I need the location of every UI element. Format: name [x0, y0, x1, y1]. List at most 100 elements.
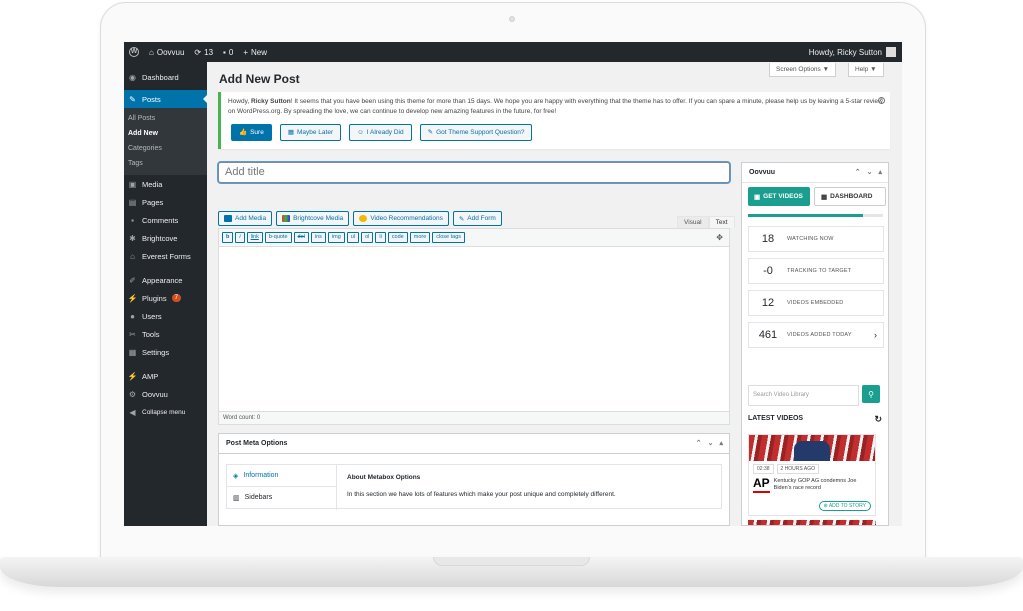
support-question-button[interactable]: ✎ Got Theme Support Question?	[419, 124, 533, 141]
sidebar-item-dashboard[interactable]: ◉ Dashboard	[124, 68, 207, 86]
qt-ins-button[interactable]: ins	[310, 232, 326, 243]
stat-label: WATCHING NOW	[787, 236, 834, 242]
sidebar-item-settings[interactable]: ▦ Settings	[124, 343, 207, 361]
widget-title: Oovvuu	[749, 169, 776, 176]
move-up-icon[interactable]: ⌃	[855, 163, 861, 183]
new-label: New	[251, 47, 268, 57]
qt-more-button[interactable]: more	[409, 232, 431, 243]
metabox-tab-information[interactable]: ◈ Information	[227, 465, 336, 487]
progress-fill	[748, 214, 863, 217]
qt-li-button[interactable]: li	[375, 232, 386, 243]
smiley-icon: ☺	[357, 128, 364, 136]
main-content: Screen Options ▼ Help ▼ Add New Post How…	[207, 62, 902, 526]
dashboard-button[interactable]: ▦ DASHBOARD	[814, 187, 886, 206]
qt-bold-button[interactable]: b	[222, 232, 234, 243]
qt-link-button[interactable]: link	[246, 232, 263, 243]
new-content-link[interactable]: + New	[238, 42, 272, 62]
comments-link[interactable]: ▪ 0	[218, 42, 238, 62]
video-card[interactable]: 02:38 2 HOURS AGO AP Kentucky GOP AG con…	[748, 434, 876, 516]
sidebar-item-comments[interactable]: ▪ Comments	[124, 211, 207, 229]
next-video-thumbnail[interactable]	[748, 520, 876, 525]
qt-del-button[interactable]: del	[293, 232, 309, 243]
wp-logo-menu[interactable]: W	[124, 42, 144, 62]
submenu-categories[interactable]: Categories	[124, 141, 207, 156]
screen-options-button[interactable]: Screen Options ▼	[769, 63, 837, 77]
video-recommendations-button[interactable]: Video Recommendations	[353, 211, 449, 226]
post-content-editor[interactable]: b i link b-quote del ins img ul ol li co…	[218, 228, 730, 425]
move-down-icon[interactable]: ⌄	[708, 434, 714, 454]
post-title-input[interactable]: Add title	[218, 162, 730, 183]
sidebar-item-appearance[interactable]: ✐ Appearance	[124, 271, 207, 289]
comments-count: 0	[228, 47, 234, 57]
stat-watching-now: 18 WATCHING NOW	[748, 226, 884, 252]
updates-link[interactable]: ⟳ 13	[189, 42, 218, 62]
video-age: 2 HOURS AGO	[776, 464, 819, 474]
get-videos-button[interactable]: ▣ GET VIDEOS	[748, 187, 810, 206]
move-up-icon[interactable]: ⌃	[696, 434, 702, 454]
move-down-icon[interactable]: ⌄	[867, 163, 873, 183]
video-meta: 02:38 2 HOURS AGO	[749, 461, 875, 474]
tab-visual[interactable]: Visual	[677, 216, 709, 228]
avatar	[886, 47, 896, 57]
sidebar-item-brightcove[interactable]: ✱ Brightcove	[124, 229, 207, 247]
pin-icon: ✎	[129, 94, 136, 104]
stat-label: VIDEOS EMBEDDED	[787, 300, 844, 306]
sidebar-item-amp[interactable]: ⚡ AMP	[124, 367, 207, 385]
widget-handles: ⌃ ⌄ ▴	[855, 163, 882, 183]
qt-close-tags-button[interactable]: close tags	[432, 232, 466, 243]
sidebar-item-pages[interactable]: ▤ Pages	[124, 193, 207, 211]
metabox-tab-label: Sidebars	[244, 494, 273, 501]
tab-text[interactable]: Text	[708, 216, 735, 228]
submenu-add-new[interactable]: Add New	[124, 126, 207, 141]
sidebar-item-oovvuu[interactable]: ⚙ Oovvuu	[124, 385, 207, 403]
sidebar-item-plugins[interactable]: ⚡ Plugins 7	[124, 289, 207, 307]
toggle-icon[interactable]: ▴	[878, 163, 882, 183]
add-to-story-button[interactable]: ⊕ ADD TO STORY	[818, 501, 871, 511]
video-search-button[interactable]: ⚲	[862, 385, 880, 403]
metabox-inner: ◈ Information ▥ Sidebars About Metabox Opt…	[226, 464, 722, 510]
notice-text-before: Howdy,	[228, 98, 251, 105]
metabox-tab-sidebars[interactable]: ▥ Sidebars	[227, 487, 336, 509]
qt-blockquote-button[interactable]: b-quote	[264, 232, 292, 243]
sidebar-item-posts[interactable]: ✎ Posts	[124, 90, 207, 108]
sure-button[interactable]: 👍 Sure	[231, 124, 272, 141]
sidebar-item-label: AMP	[142, 371, 159, 381]
refresh-icon[interactable]: ↻	[874, 414, 882, 425]
post-meta-options-box: Post Meta Options ⌃ ⌄ ▴ ◈ Information ▥ Si…	[218, 433, 730, 526]
qt-img-button[interactable]: img	[327, 232, 345, 243]
maybe-later-button[interactable]: ▦ Maybe Later	[279, 124, 342, 141]
submenu-all-posts[interactable]: All Posts	[124, 111, 207, 126]
add-form-button[interactable]: ✎ Add Form	[452, 211, 502, 226]
updates-count: 13	[204, 47, 214, 57]
sidebar-item-tools[interactable]: ✂ Tools	[124, 325, 207, 343]
toggle-icon[interactable]: ▴	[719, 434, 723, 454]
dashboard-icon: ◉	[129, 72, 136, 82]
dismiss-icon[interactable]: ×	[878, 97, 885, 104]
sidebar-item-everest-forms[interactable]: ⌂ Everest Forms	[124, 247, 207, 265]
add-media-button[interactable]: Add Media	[218, 211, 273, 226]
brightcove-media-label: Brightcove Media	[293, 215, 344, 222]
submenu-tags[interactable]: Tags	[124, 156, 207, 171]
site-name-link[interactable]: ⌂ Oovvuu	[144, 42, 189, 62]
my-account[interactable]: Howdy, Ricky Sutton	[809, 47, 902, 57]
video-search-input[interactable]: Search Video Library	[748, 385, 859, 406]
sidebar-collapse-menu[interactable]: ◀ Collapse menu	[124, 403, 207, 421]
stat-number: 12	[761, 297, 775, 309]
qt-ol-button[interactable]: ol	[361, 232, 374, 243]
widget-progress-bar	[748, 214, 883, 217]
qt-italic-button[interactable]: i	[235, 232, 245, 243]
brightcove-media-button[interactable]: Brightcove Media	[276, 211, 350, 226]
qt-ul-button[interactable]: ul	[346, 232, 360, 243]
fullscreen-icon[interactable]: ✥	[716, 233, 723, 242]
brightcove-icon	[282, 215, 291, 222]
help-button[interactable]: Help ▼	[848, 63, 884, 77]
user-icon: ●	[130, 311, 135, 321]
admin-sidebar: ◉ Dashboard ✎ Posts All Posts Add New Cate…	[124, 62, 207, 526]
sidebar-item-label: Media	[142, 179, 163, 189]
sidebar-item-users[interactable]: ● Users	[124, 307, 207, 325]
qt-code-button[interactable]: code	[387, 232, 408, 243]
sidebar-item-media[interactable]: ▣ Media	[124, 175, 207, 193]
metabox-content: About Metabox Options In this section we…	[347, 474, 616, 498]
stat-videos-added-today[interactable]: 461 VIDEOS ADDED TODAY ›	[748, 322, 884, 348]
already-did-button[interactable]: ☺ I Already Did	[349, 124, 412, 141]
